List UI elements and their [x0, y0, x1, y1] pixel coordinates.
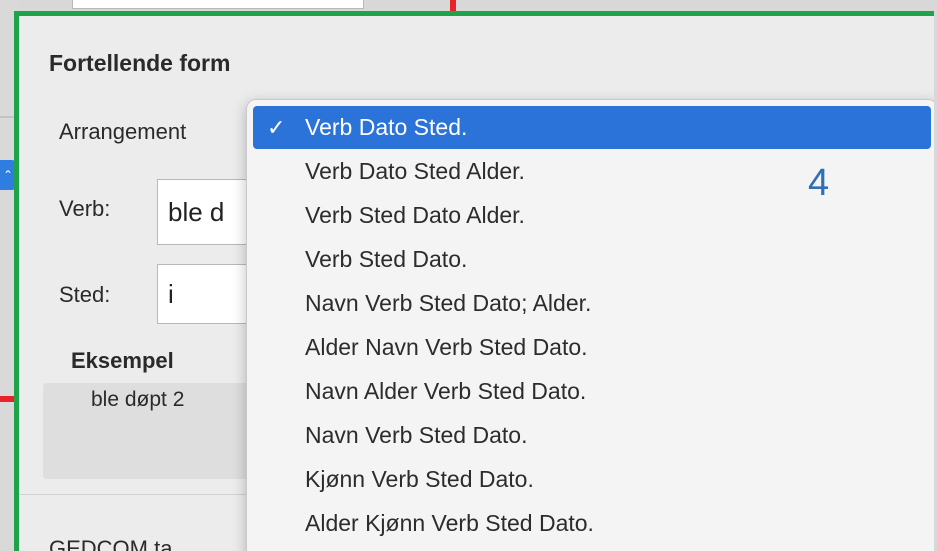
example-title: Eksempel — [71, 348, 174, 373]
menu-item-label: Navn Alder Verb Sted Dato. — [305, 378, 587, 404]
menu-item-label: Verb Sted Dato. — [305, 246, 468, 272]
menu-item[interactable]: Alder Kjønn Verb Sted Dato. — [247, 502, 917, 545]
menu-item-label: Alder Navn Verb Sted Dato. — [305, 334, 588, 360]
menu-item-label: Verb Dato Sted. — [305, 114, 468, 140]
verb-label: Verb: — [59, 196, 111, 221]
menu-item-label: Navn Verb Sted Dato. — [305, 422, 528, 448]
menu-item[interactable]: Alder Navn Verb Sted Dato. — [247, 326, 917, 369]
arrangement-label: Arrangement — [59, 119, 187, 144]
menu-item-label: Verb Dato Sted Alder. — [305, 158, 525, 184]
menu-item-label: Navn Verb Sted Dato; Alder. — [305, 290, 592, 316]
menu-item[interactable]: Kjønn Verb Sted Dato. — [247, 458, 917, 501]
menu-item-label: Verb Sted Dato Alder. — [305, 202, 525, 228]
checkmark-icon: ✓ — [267, 115, 286, 140]
green-highlight-frame: Fortellende form Arrangement Verb: ble d… — [14, 11, 934, 551]
sted-label: Sted: — [59, 282, 111, 307]
annotation-number: 4 — [808, 162, 830, 204]
menu-item[interactable]: Navn Verb Sted Dato. — [247, 414, 917, 457]
menu-item-label: Kjønn Verb Sted Dato. — [305, 466, 534, 492]
menu-item[interactable]: Verb Sted Dato. — [247, 238, 917, 281]
arrangement-dropdown-menu[interactable]: ✓ Verb Dato Sted. Verb Dato Sted Alder. … — [246, 99, 934, 551]
menu-item-label: Alder Kjønn Verb Sted Dato. — [305, 510, 594, 536]
menu-item[interactable]: ✓ Verb Dato Sted. — [253, 106, 931, 149]
section-title: Fortellende form — [49, 50, 231, 76]
background-text-field[interactable] — [72, 0, 364, 9]
example-text: ble døpt 2 — [91, 388, 185, 411]
menu-item[interactable]: Navn Alder Verb Sted Dato. — [247, 370, 917, 413]
menu-item[interactable]: Navn Verb Sted Dato; Alder. — [247, 282, 917, 325]
